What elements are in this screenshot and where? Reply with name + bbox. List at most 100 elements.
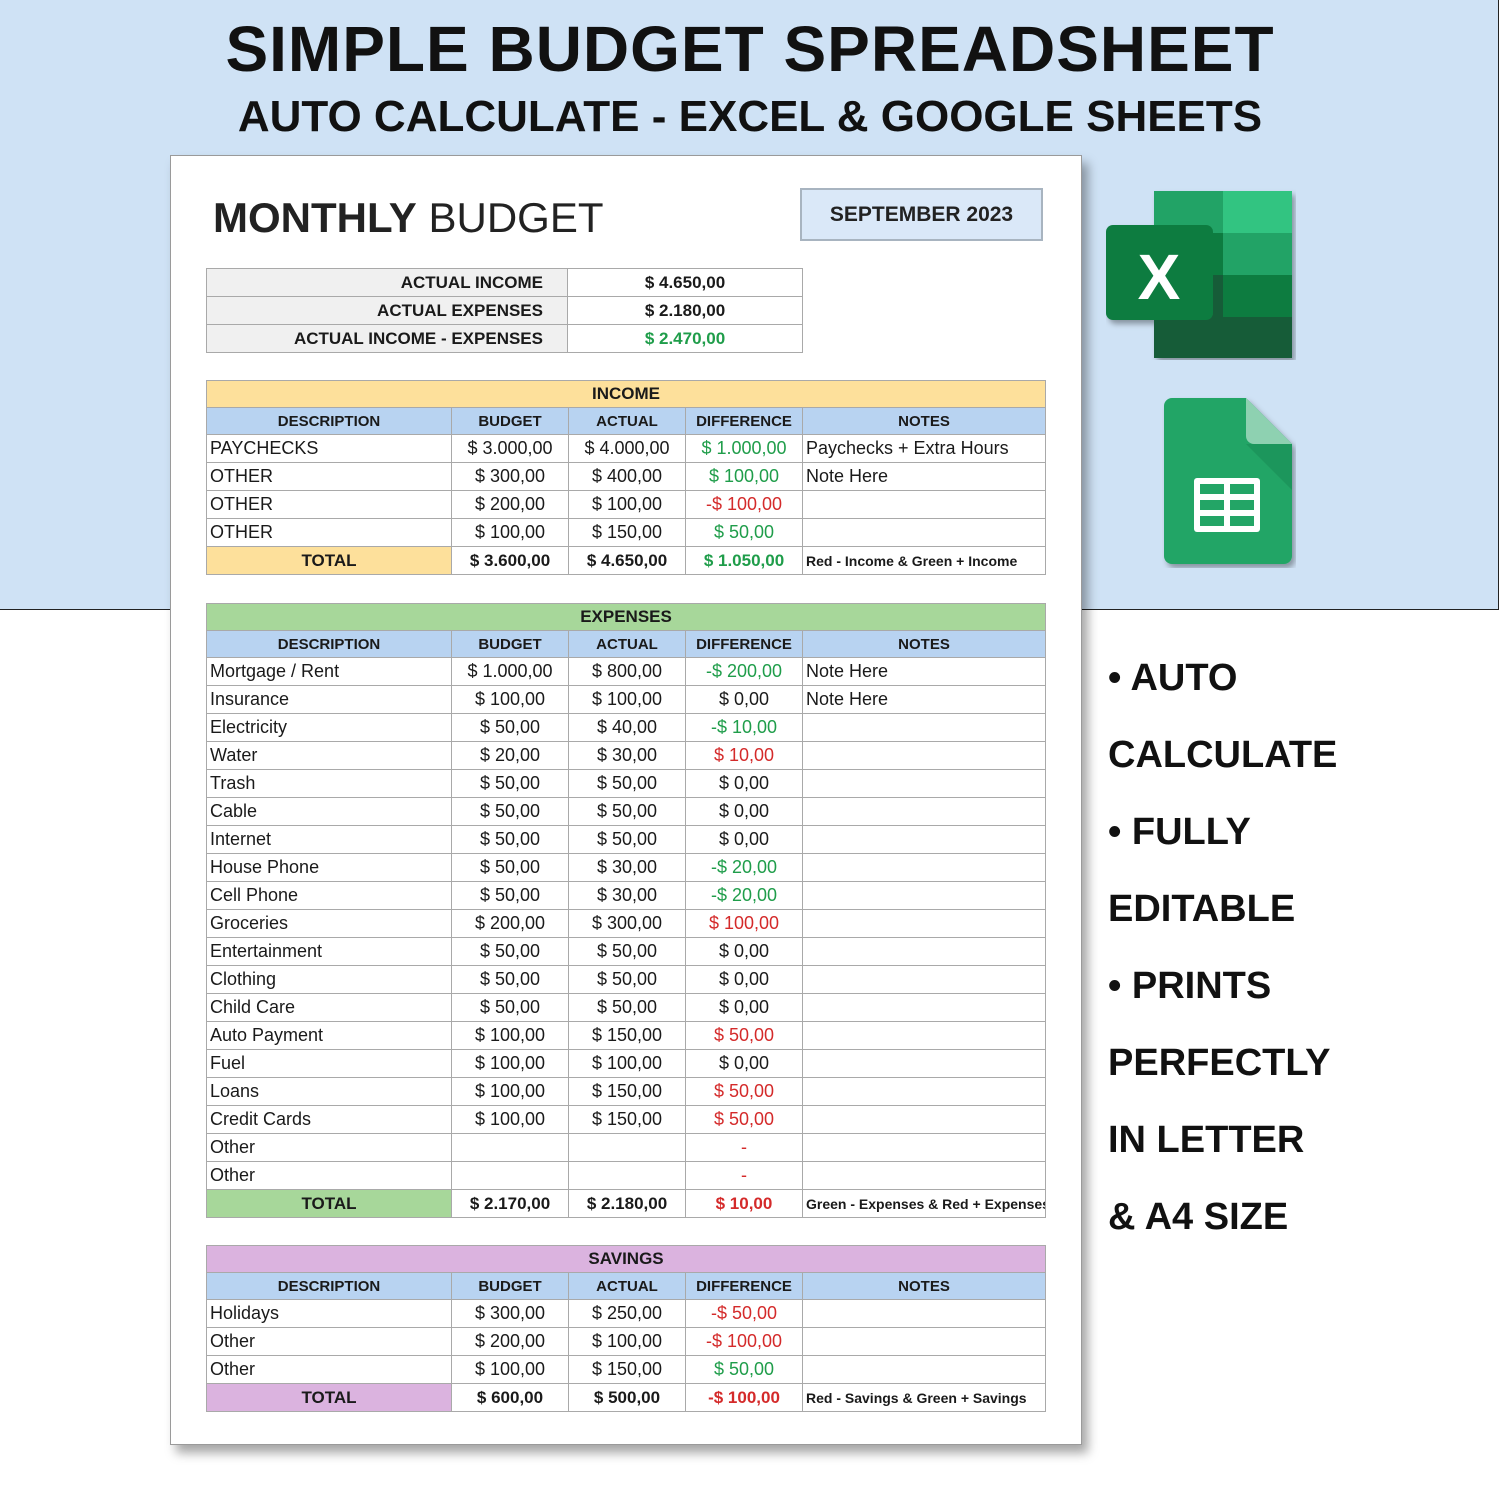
notes-cell[interactable] xyxy=(801,825,1047,854)
notes-cell[interactable] xyxy=(801,769,1047,798)
notes-cell[interactable] xyxy=(801,937,1047,966)
budget-cell[interactable]: $ 50,00 xyxy=(451,937,569,966)
actual-cell[interactable]: $ 800,00 xyxy=(568,657,686,686)
description-cell[interactable]: Insurance xyxy=(206,685,452,714)
notes-cell[interactable] xyxy=(801,518,1047,547)
budget-cell[interactable] xyxy=(451,1161,569,1190)
actual-cell[interactable]: $ 50,00 xyxy=(568,825,686,854)
notes-cell[interactable]: Note Here xyxy=(801,685,1047,714)
description-cell[interactable]: Auto Payment xyxy=(206,1021,452,1050)
budget-cell[interactable]: $ 3.000,00 xyxy=(451,434,569,463)
description-cell[interactable]: Mortgage / Rent xyxy=(206,657,452,686)
notes-cell[interactable]: Note Here xyxy=(801,462,1047,491)
budget-cell[interactable]: $ 50,00 xyxy=(451,993,569,1022)
notes-cell[interactable]: Paychecks + Extra Hours xyxy=(801,434,1047,463)
description-cell[interactable]: OTHER xyxy=(206,490,452,519)
description-cell[interactable]: Entertainment xyxy=(206,937,452,966)
actual-cell[interactable]: $ 100,00 xyxy=(568,1049,686,1078)
actual-cell[interactable]: $ 150,00 xyxy=(568,1021,686,1050)
actual-cell[interactable]: $ 150,00 xyxy=(568,1355,686,1384)
budget-cell[interactable]: $ 50,00 xyxy=(451,713,569,742)
description-cell[interactable]: Fuel xyxy=(206,1049,452,1078)
actual-cell[interactable] xyxy=(568,1133,686,1162)
actual-cell[interactable]: $ 30,00 xyxy=(568,881,686,910)
actual-cell[interactable]: $ 100,00 xyxy=(568,1327,686,1356)
actual-cell[interactable]: $ 150,00 xyxy=(568,1077,686,1106)
actual-cell[interactable]: $ 50,00 xyxy=(568,769,686,798)
notes-cell[interactable] xyxy=(801,1161,1047,1190)
actual-cell[interactable]: $ 250,00 xyxy=(568,1299,686,1328)
actual-cell[interactable]: $ 300,00 xyxy=(568,909,686,938)
description-cell[interactable]: Groceries xyxy=(206,909,452,938)
notes-cell[interactable] xyxy=(801,1077,1047,1106)
notes-cell[interactable] xyxy=(801,1021,1047,1050)
budget-cell[interactable]: $ 20,00 xyxy=(451,741,569,770)
notes-cell[interactable] xyxy=(801,713,1047,742)
budget-cell[interactable]: $ 100,00 xyxy=(451,1355,569,1384)
budget-cell[interactable]: $ 100,00 xyxy=(451,518,569,547)
budget-cell[interactable]: $ 100,00 xyxy=(451,1105,569,1134)
actual-cell[interactable] xyxy=(568,1161,686,1190)
notes-cell[interactable] xyxy=(801,741,1047,770)
notes-cell[interactable] xyxy=(801,993,1047,1022)
notes-cell[interactable] xyxy=(801,909,1047,938)
budget-cell[interactable]: $ 200,00 xyxy=(451,1327,569,1356)
notes-cell[interactable] xyxy=(801,1299,1047,1328)
notes-cell[interactable] xyxy=(801,965,1047,994)
actual-cell[interactable]: $ 50,00 xyxy=(568,937,686,966)
budget-cell[interactable]: $ 50,00 xyxy=(451,825,569,854)
description-cell[interactable]: Other xyxy=(206,1133,452,1162)
budget-cell[interactable]: $ 200,00 xyxy=(451,490,569,519)
description-cell[interactable]: Loans xyxy=(206,1077,452,1106)
actual-cell[interactable]: $ 100,00 xyxy=(568,490,686,519)
actual-cell[interactable]: $ 30,00 xyxy=(568,741,686,770)
description-cell[interactable]: OTHER xyxy=(206,462,452,491)
description-cell[interactable]: Cable xyxy=(206,797,452,826)
budget-cell[interactable]: $ 100,00 xyxy=(451,685,569,714)
notes-cell[interactable] xyxy=(801,881,1047,910)
actual-cell[interactable]: $ 150,00 xyxy=(568,1105,686,1134)
budget-cell[interactable]: $ 100,00 xyxy=(451,1049,569,1078)
notes-cell[interactable] xyxy=(801,1133,1047,1162)
description-cell[interactable]: OTHER xyxy=(206,518,452,547)
month-cell[interactable]: SEPTEMBER 2023 xyxy=(800,188,1043,241)
notes-cell[interactable] xyxy=(801,1049,1047,1078)
description-cell[interactable]: Holidays xyxy=(206,1299,452,1328)
total-note[interactable]: Green - Expenses & Red + Expenses xyxy=(801,1189,1047,1218)
summary-value[interactable]: $ 2.180,00 xyxy=(567,296,803,325)
description-cell[interactable]: Cell Phone xyxy=(206,881,452,910)
actual-cell[interactable]: $ 50,00 xyxy=(568,965,686,994)
budget-cell[interactable] xyxy=(451,1133,569,1162)
actual-cell[interactable]: $ 40,00 xyxy=(568,713,686,742)
description-cell[interactable]: Trash xyxy=(206,769,452,798)
description-cell[interactable]: House Phone xyxy=(206,853,452,882)
description-cell[interactable]: Water xyxy=(206,741,452,770)
budget-cell[interactable]: $ 1.000,00 xyxy=(451,657,569,686)
description-cell[interactable]: Other xyxy=(206,1161,452,1190)
description-cell[interactable]: Electricity xyxy=(206,713,452,742)
description-cell[interactable]: Other xyxy=(206,1327,452,1356)
budget-cell[interactable]: $ 50,00 xyxy=(451,797,569,826)
notes-cell[interactable] xyxy=(801,1105,1047,1134)
summary-value[interactable]: $ 4.650,00 xyxy=(567,268,803,297)
notes-cell[interactable] xyxy=(801,490,1047,519)
budget-cell[interactable]: $ 300,00 xyxy=(451,1299,569,1328)
actual-cell[interactable]: $ 100,00 xyxy=(568,685,686,714)
actual-cell[interactable]: $ 50,00 xyxy=(568,993,686,1022)
budget-cell[interactable]: $ 50,00 xyxy=(451,965,569,994)
actual-cell[interactable]: $ 400,00 xyxy=(568,462,686,491)
actual-cell[interactable]: $ 4.000,00 xyxy=(568,434,686,463)
budget-cell[interactable]: $ 200,00 xyxy=(451,909,569,938)
budget-cell[interactable]: $ 50,00 xyxy=(451,853,569,882)
budget-cell[interactable]: $ 100,00 xyxy=(451,1077,569,1106)
actual-cell[interactable]: $ 50,00 xyxy=(568,797,686,826)
budget-cell[interactable]: $ 100,00 xyxy=(451,1021,569,1050)
description-cell[interactable]: Credit Cards xyxy=(206,1105,452,1134)
description-cell[interactable]: Clothing xyxy=(206,965,452,994)
actual-cell[interactable]: $ 30,00 xyxy=(568,853,686,882)
total-note[interactable]: Red - Income & Green + Income xyxy=(801,546,1047,575)
description-cell[interactable]: Internet xyxy=(206,825,452,854)
description-cell[interactable]: Child Care xyxy=(206,993,452,1022)
budget-cell[interactable]: $ 300,00 xyxy=(451,462,569,491)
budget-cell[interactable]: $ 50,00 xyxy=(451,769,569,798)
